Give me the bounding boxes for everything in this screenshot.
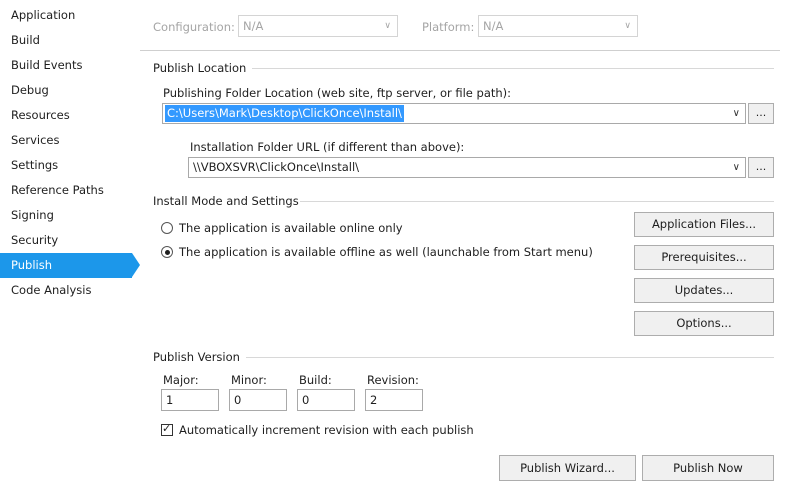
configuration-select[interactable]: N/A ∨	[238, 15, 398, 37]
configuration-label: Configuration:	[153, 20, 235, 34]
auto-increment-label: Automatically increment revision with ea…	[179, 423, 474, 437]
options-button[interactable]: Options...	[634, 311, 774, 336]
application-files-button[interactable]: Application Files...	[634, 212, 774, 237]
chevron-down-icon: ∨	[624, 21, 631, 31]
publishing-folder-combo[interactable]: C:\Users\Mark\Desktop\ClickOnce\Install\…	[162, 103, 746, 124]
installation-url-label: Installation Folder URL (if different th…	[190, 140, 465, 154]
chevron-down-icon[interactable]: ∨	[733, 104, 740, 123]
publish-now-button[interactable]: Publish Now	[642, 455, 774, 481]
platform-label: Platform:	[422, 20, 475, 34]
install-mode-title: Install Mode and Settings	[153, 194, 299, 208]
sidebar-item-signing[interactable]: Signing	[0, 203, 132, 228]
publish-version-title: Publish Version	[153, 350, 240, 364]
section-divider	[300, 201, 774, 202]
configuration-value: N/A	[243, 19, 264, 33]
sidebar-item-code-analysis[interactable]: Code Analysis	[0, 278, 132, 303]
chevron-down-icon: ∨	[384, 21, 391, 31]
installation-url-combo[interactable]: \\VBOXSVR\ClickOnce\Install\ ∨	[188, 157, 746, 178]
chevron-down-icon[interactable]: ∨	[733, 158, 740, 177]
platform-select[interactable]: N/A ∨	[478, 15, 638, 37]
minor-input[interactable]: 0	[229, 389, 287, 411]
radio-online-only[interactable]: The application is available online only	[161, 221, 611, 237]
auto-increment-checkbox[interactable]	[161, 422, 173, 436]
revision-input[interactable]: 2	[365, 389, 423, 411]
publish-wizard-button[interactable]: Publish Wizard...	[499, 455, 636, 481]
sidebar: Application Build Build Events Debug Res…	[0, 0, 140, 497]
installation-url-value: \\VBOXSVR\ClickOnce\Install\	[193, 160, 360, 174]
browse-folder-button[interactable]: ...	[748, 103, 774, 124]
publishing-folder-label: Publishing Folder Location (web site, ft…	[163, 86, 512, 100]
sidebar-item-services[interactable]: Services	[0, 128, 132, 153]
sidebar-item-application[interactable]: Application	[0, 3, 132, 28]
prerequisites-button[interactable]: Prerequisites...	[634, 245, 774, 270]
configuration-bar: Configuration: N/A ∨ Platform: N/A ∨	[140, 0, 780, 51]
sidebar-item-build[interactable]: Build	[0, 28, 132, 53]
section-divider	[252, 68, 774, 69]
sidebar-item-reference-paths[interactable]: Reference Paths	[0, 178, 132, 203]
publishing-folder-value: C:\Users\Mark\Desktop\ClickOnce\Install\	[165, 105, 404, 122]
platform-value: N/A	[483, 19, 504, 33]
major-label: Major:	[163, 373, 199, 387]
minor-label: Minor:	[231, 373, 267, 387]
build-label: Build:	[299, 373, 332, 387]
sidebar-item-settings[interactable]: Settings	[0, 153, 132, 178]
build-input[interactable]: 0	[297, 389, 355, 411]
section-divider	[246, 357, 774, 358]
radio-button[interactable]	[161, 246, 173, 258]
radio-offline-label: The application is available offline as …	[179, 245, 593, 259]
sidebar-item-publish[interactable]: Publish	[0, 253, 140, 278]
sidebar-item-resources[interactable]: Resources	[0, 103, 132, 128]
publish-page: Configuration: N/A ∨ Platform: N/A ∨ Pub…	[140, 0, 788, 497]
sidebar-item-build-events[interactable]: Build Events	[0, 53, 132, 78]
sidebar-item-debug[interactable]: Debug	[0, 78, 132, 103]
publish-location-title: Publish Location	[153, 61, 247, 75]
major-input[interactable]: 1	[161, 389, 219, 411]
radio-button[interactable]	[161, 222, 173, 234]
revision-label: Revision:	[367, 373, 419, 387]
radio-online-only-label: The application is available online only	[179, 221, 403, 235]
updates-button[interactable]: Updates...	[634, 278, 774, 303]
browse-url-button[interactable]: ...	[748, 157, 774, 178]
auto-increment-option[interactable]: Automatically increment revision with ea…	[161, 422, 481, 439]
sidebar-item-security[interactable]: Security	[0, 228, 132, 253]
radio-offline-as-well[interactable]: The application is available offline as …	[161, 245, 611, 261]
